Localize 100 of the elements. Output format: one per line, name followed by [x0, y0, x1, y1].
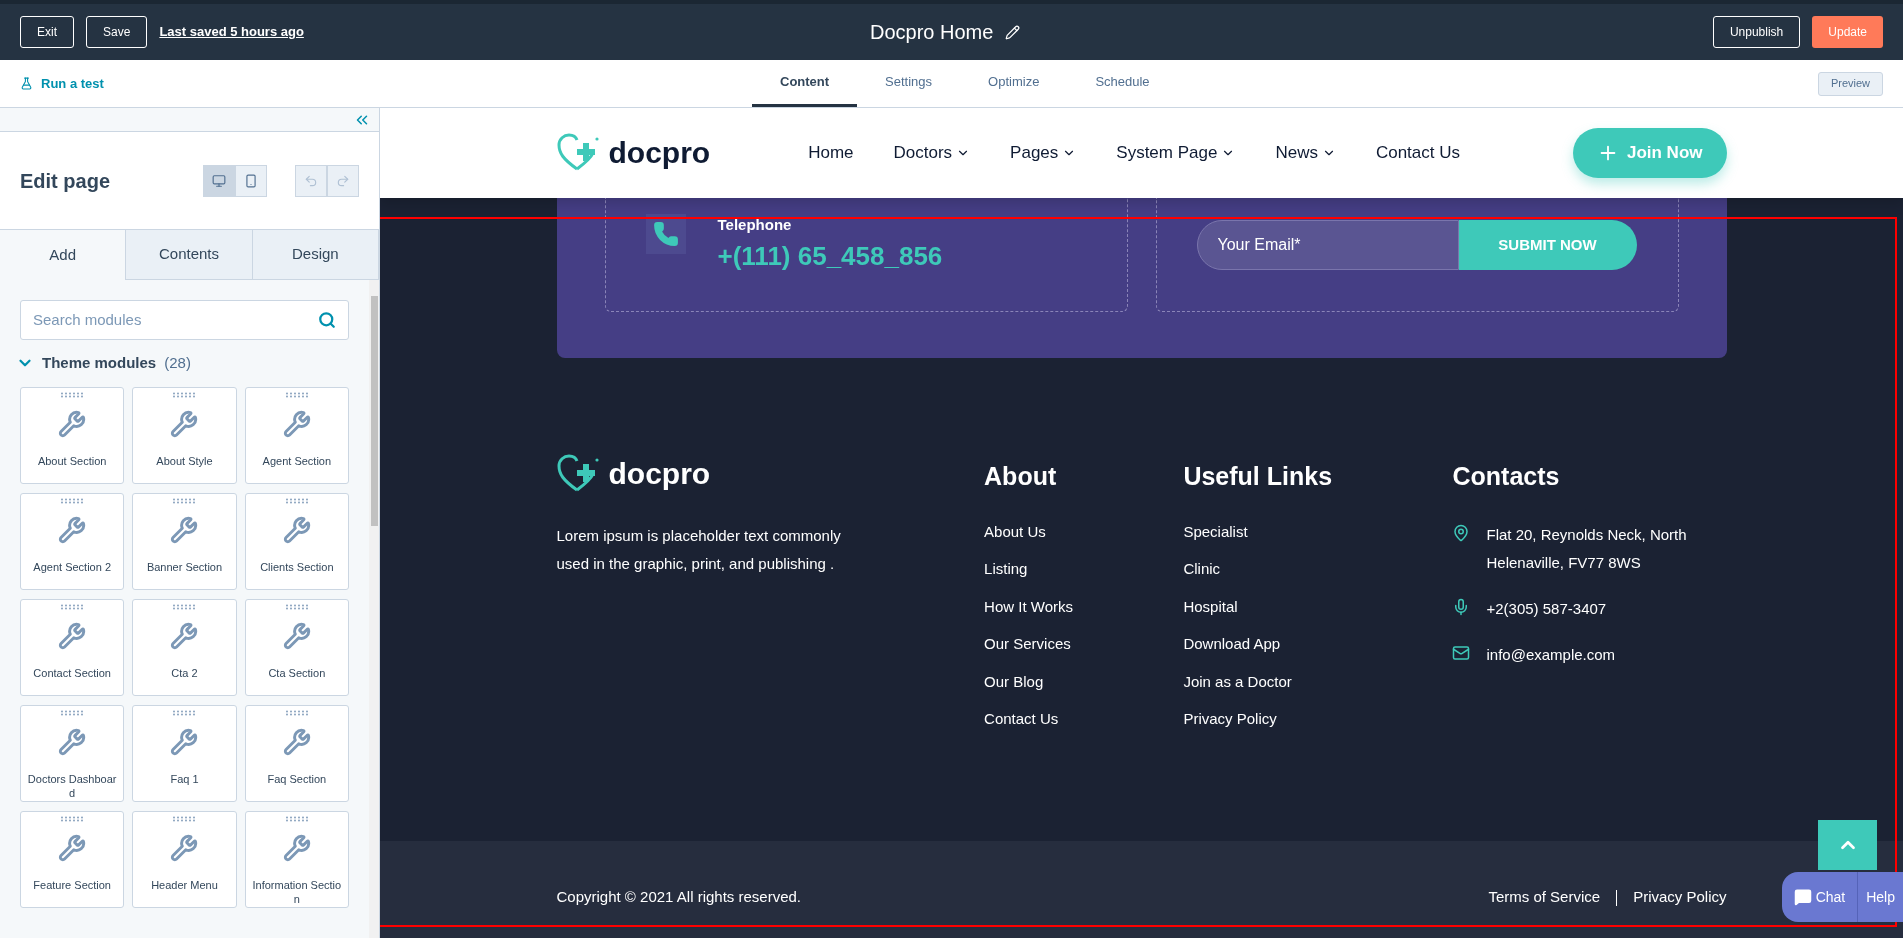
- editor-tab[interactable]: Optimize: [960, 60, 1068, 107]
- module-tile[interactable]: Cta Section: [244, 598, 349, 696]
- logo-text: docpro: [608, 459, 711, 489]
- nav-link[interactable]: System Page: [1116, 140, 1236, 166]
- module-tile[interactable]: Faq 1: [132, 704, 237, 802]
- page-title: Docpro Home: [870, 20, 994, 45]
- module-label: Cta 2: [171, 665, 198, 680]
- nav-link[interactable]: Contact Us: [1375, 140, 1461, 166]
- footer-link[interactable]: Listing: [984, 558, 1184, 581]
- footer-link[interactable]: Clinic: [1183, 558, 1453, 581]
- help-button[interactable]: Help: [1857, 872, 1903, 922]
- logo-text: docpro: [608, 138, 711, 168]
- heart-cross-logo-icon: [556, 454, 601, 494]
- last-saved-link[interactable]: Last saved 5 hours ago: [159, 22, 304, 42]
- exit-button[interactable]: Exit: [20, 16, 74, 48]
- mobile-view-button[interactable]: [235, 164, 267, 197]
- module-label: Clients Section: [260, 559, 334, 574]
- heart-cross-logo-icon: [556, 133, 601, 173]
- drag-handle-icon: [284, 391, 309, 398]
- module-label: Feature Section: [33, 877, 111, 892]
- footer-link[interactable]: About Us: [984, 520, 1184, 543]
- envelope-icon: [1452, 643, 1471, 662]
- run-test-link[interactable]: Run a test: [20, 73, 104, 94]
- wrench-icon: [282, 727, 311, 756]
- module-label: Information Section: [251, 877, 343, 906]
- footer-link[interactable]: Our Blog: [984, 670, 1184, 693]
- footer-column-title: Contacts: [1452, 461, 1561, 492]
- redo-icon: [336, 173, 350, 188]
- module-tile[interactable]: Contact Section: [20, 598, 125, 696]
- panel-tab[interactable]: Contents: [126, 230, 253, 280]
- wrench-icon: [58, 515, 87, 544]
- desktop-view-button[interactable]: [203, 164, 235, 197]
- footer-column-title: Useful Links: [1183, 461, 1334, 492]
- save-button[interactable]: Save: [86, 16, 148, 48]
- nav-link[interactable]: News: [1275, 140, 1336, 166]
- wrench-icon: [282, 409, 311, 438]
- flask-icon: [20, 77, 33, 90]
- nav-link[interactable]: Pages: [1010, 140, 1077, 166]
- drag-handle-icon: [172, 497, 197, 504]
- copyright-text: Copyright © 2021 All rights reserved.: [556, 887, 801, 908]
- contact-info: info@example.com: [1486, 644, 1617, 665]
- email-input[interactable]: Your Email*: [1217, 233, 1458, 257]
- module-tile[interactable]: Information Section: [244, 810, 349, 908]
- nav-link[interactable]: Doctors: [893, 140, 971, 166]
- module-tile[interactable]: Faq Section: [244, 704, 349, 802]
- module-tile[interactable]: Feature Section: [20, 810, 125, 908]
- footer-link[interactable]: Join as a Doctor: [1183, 670, 1453, 693]
- editor-tab[interactable]: Settings: [857, 60, 961, 107]
- pencil-icon[interactable]: [1005, 24, 1021, 40]
- module-tile[interactable]: Cta 2: [132, 598, 237, 696]
- redo-button[interactable]: [327, 164, 359, 197]
- module-tile[interactable]: Doctors Dashboard: [20, 704, 125, 802]
- panel-tab[interactable]: Design: [252, 230, 379, 280]
- wrench-icon: [282, 833, 311, 862]
- module-tile[interactable]: About Style: [132, 386, 237, 484]
- footer-link[interactable]: Download App: [1183, 633, 1453, 656]
- search-icon: [318, 311, 336, 329]
- nav-link[interactable]: Home: [808, 140, 854, 166]
- module-tile[interactable]: Agent Section 2: [20, 492, 125, 590]
- section-toggle[interactable]: Theme modules (28): [16, 352, 191, 375]
- search-field[interactable]: Search modules: [20, 300, 349, 340]
- wrench-icon: [58, 833, 87, 862]
- contact-info: Flat 20, Reynolds Neck, North Helenaville, FV77 8WS: [1486, 524, 1688, 573]
- preview-button[interactable]: Preview: [1817, 71, 1883, 96]
- module-label: Doctors Dashboard: [26, 771, 118, 800]
- footer-link[interactable]: Specialist: [1183, 520, 1453, 543]
- search-input[interactable]: Search modules: [33, 308, 318, 332]
- drag-handle-icon: [60, 709, 85, 716]
- module-label: Faq 1: [170, 771, 199, 786]
- footer-link[interactable]: Contact Us: [984, 708, 1184, 731]
- wrench-icon: [282, 621, 311, 650]
- module-label: About Style: [156, 453, 213, 468]
- module-tile[interactable]: Clients Section: [244, 492, 349, 590]
- editor-tab[interactable]: Schedule: [1067, 60, 1178, 107]
- footer-link[interactable]: Our Services: [984, 633, 1184, 656]
- drag-handle-icon: [60, 497, 85, 504]
- legal-link[interactable]: Terms of Service: [1488, 886, 1601, 909]
- wrench-icon: [282, 515, 311, 544]
- legal-link[interactable]: Privacy Policy: [1633, 886, 1727, 909]
- module-tile[interactable]: Agent Section: [244, 386, 349, 484]
- telephone-label: Telephone: [717, 215, 793, 235]
- sidebar-title: Edit page: [20, 168, 110, 194]
- footer-description: Lorem ipsum is placeholder text commonly used in the graphic, print, and publishing .: [556, 526, 842, 574]
- phone-device-icon: [244, 173, 258, 188]
- footer-link[interactable]: Privacy Policy: [1183, 708, 1453, 731]
- module-label: Cta Section: [268, 665, 326, 680]
- chat-button[interactable]: Chat: [1781, 872, 1858, 922]
- module-tile[interactable]: Banner Section: [132, 492, 237, 590]
- module-tile[interactable]: About Section: [20, 386, 125, 484]
- undo-button[interactable]: [295, 164, 327, 197]
- unpublish-button[interactable]: Unpublish: [1712, 16, 1801, 48]
- footer-column-title: About: [984, 461, 1058, 492]
- module-label: Agent Section 2: [33, 559, 111, 574]
- footer-link[interactable]: Hospital: [1183, 595, 1453, 618]
- email-field[interactable]: Your Email*: [1196, 220, 1459, 270]
- footer-link[interactable]: How It Works: [984, 595, 1184, 618]
- module-label: Header Menu: [151, 877, 218, 892]
- contact-info: +2(305) 587-3407: [1486, 598, 1608, 619]
- module-tile[interactable]: Header Menu: [132, 810, 237, 908]
- drag-handle-icon: [284, 709, 309, 716]
